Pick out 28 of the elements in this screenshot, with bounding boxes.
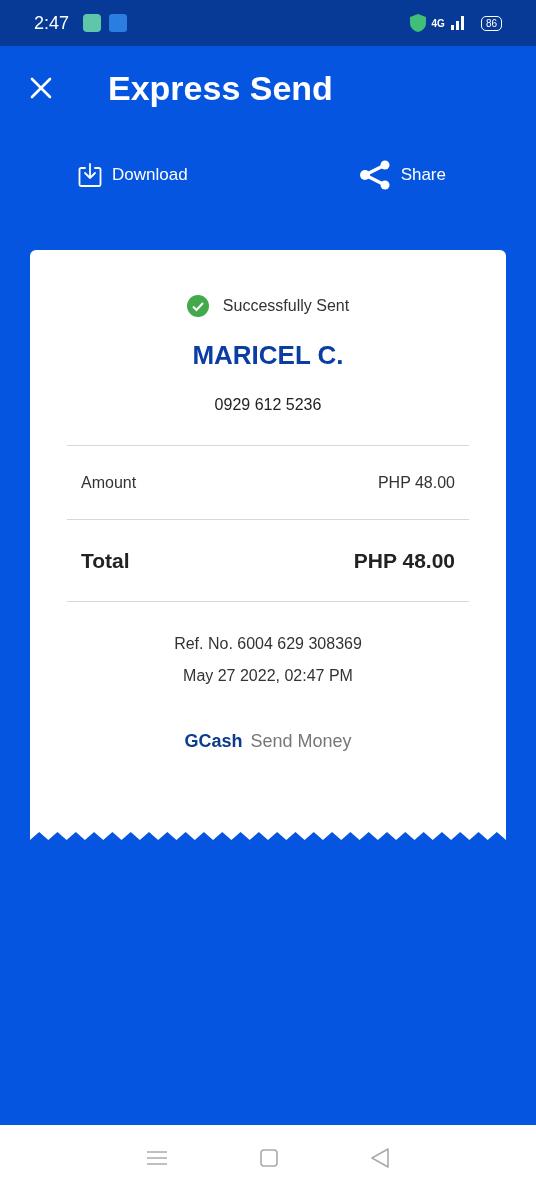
amount-label: Amount (81, 472, 137, 493)
shield-icon (409, 14, 426, 32)
phone-number: 0929 612 5236 (214, 395, 322, 415)
app-notification-icon (109, 14, 128, 32)
battery-indicator: 86 (480, 15, 502, 31)
total-value: PHP 48.00 (353, 547, 455, 574)
page-title: Express Send (108, 67, 333, 109)
amount-value: PHP 48.00 (377, 472, 455, 493)
recipient-name: MARICEL C. (192, 339, 344, 372)
share-icon (358, 160, 391, 190)
app-notification-icon (83, 14, 102, 32)
signal-icon (450, 16, 465, 30)
check-circle-icon (186, 295, 209, 317)
status-text: Successfully Sent (222, 296, 350, 316)
home-icon[interactable] (260, 1148, 278, 1167)
network-type: 4G (431, 16, 445, 31)
back-icon[interactable] (371, 1147, 390, 1168)
transaction-date: May 27 2022, 02:47 PM (183, 666, 353, 686)
status-time: 2:47 (34, 11, 70, 35)
reference-number: Ref. No. 6004 629 308369 (174, 634, 362, 654)
total-label: Total (81, 547, 130, 574)
download-button[interactable]: Download (78, 162, 188, 188)
menu-icon[interactable] (146, 1149, 167, 1166)
share-button[interactable]: Share (358, 160, 446, 190)
service-name: Send Money (250, 730, 352, 753)
brand-logo: GCash (184, 730, 243, 753)
close-button[interactable] (28, 75, 54, 101)
download-icon (78, 162, 102, 188)
